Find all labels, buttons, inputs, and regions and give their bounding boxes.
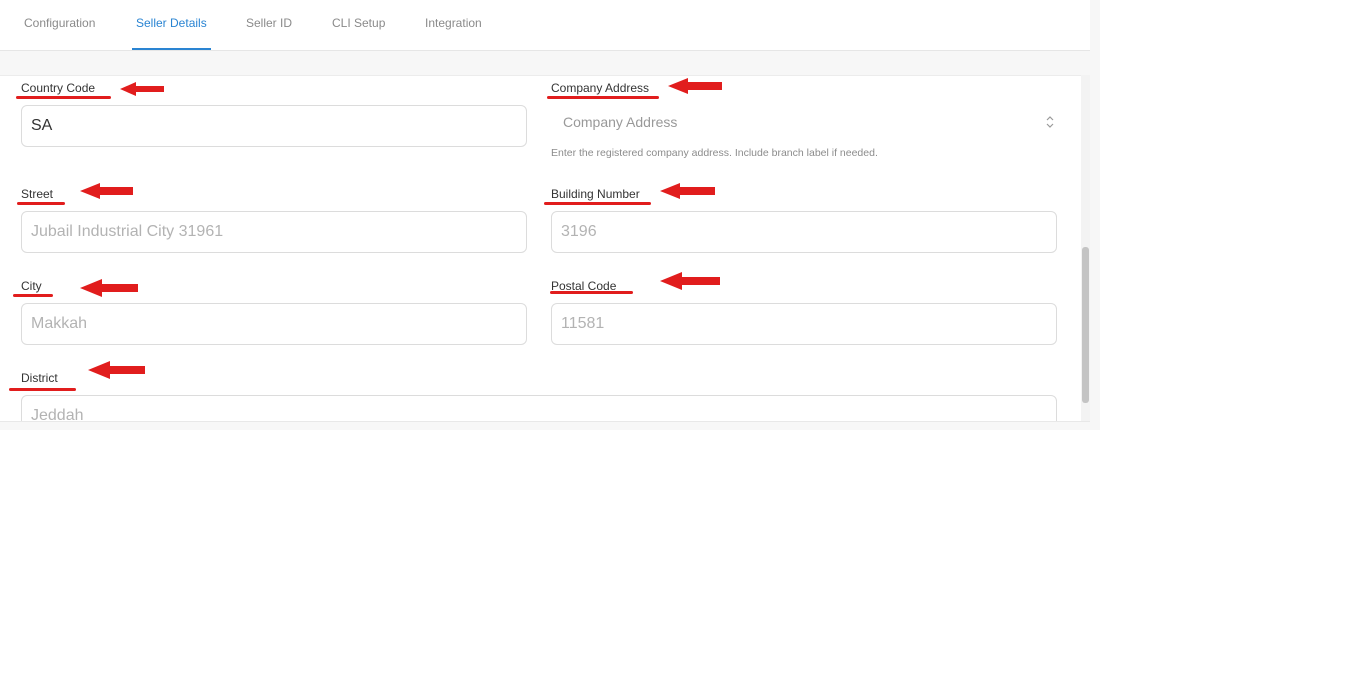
country-code-input[interactable] bbox=[21, 105, 527, 147]
street-input[interactable] bbox=[21, 211, 527, 253]
annotation-underline-country-code bbox=[16, 96, 111, 99]
tab-cli-setup[interactable]: CLI Setup bbox=[332, 0, 385, 50]
red-arrow-left-icon bbox=[660, 272, 720, 290]
red-arrow-left-icon bbox=[668, 78, 722, 94]
annotation-underline-postal-code bbox=[550, 291, 633, 294]
tab-integration[interactable]: Integration bbox=[425, 0, 482, 50]
annotation-underline-street bbox=[17, 202, 65, 205]
red-arrow-left-icon bbox=[88, 361, 145, 379]
street-label: Street bbox=[21, 187, 54, 201]
red-arrow-left-icon bbox=[660, 183, 715, 199]
building-number-label: Building Number bbox=[551, 187, 640, 201]
annotation-underline-city bbox=[13, 294, 53, 297]
city-input[interactable] bbox=[21, 303, 527, 345]
annotation-underline-building-number bbox=[544, 202, 651, 205]
tab-bar: Configuration Seller Details Seller ID C… bbox=[0, 0, 1090, 51]
company-address-placeholder: Company Address bbox=[563, 114, 678, 130]
company-address-select[interactable]: Company Address bbox=[551, 102, 1055, 142]
tab-panel-gap bbox=[0, 51, 1090, 75]
annotation-underline-company-address bbox=[547, 96, 659, 99]
district-input[interactable] bbox=[21, 395, 1057, 422]
district-label: District bbox=[21, 371, 58, 385]
chevron-up-down-icon bbox=[1046, 116, 1054, 128]
country-code-label: Country Code bbox=[21, 81, 96, 95]
red-arrow-left-icon bbox=[80, 183, 133, 199]
city-label: City bbox=[21, 279, 42, 293]
red-arrow-left-icon bbox=[80, 279, 138, 297]
building-number-input[interactable] bbox=[551, 211, 1057, 253]
tab-configuration[interactable]: Configuration bbox=[24, 0, 95, 50]
tab-seller-id[interactable]: Seller ID bbox=[246, 0, 292, 50]
footer-divider bbox=[0, 421, 1090, 422]
seller-details-form: Country Code Company Address Company Add… bbox=[0, 75, 1081, 422]
company-address-label: Company Address bbox=[551, 81, 650, 95]
annotation-underline-district bbox=[9, 388, 76, 391]
postal-code-input[interactable] bbox=[551, 303, 1057, 345]
tab-seller-details[interactable]: Seller Details bbox=[132, 0, 211, 50]
app-window: Configuration Seller Details Seller ID C… bbox=[0, 0, 1100, 430]
scrollbar-thumb[interactable] bbox=[1082, 247, 1089, 403]
red-arrow-left-icon bbox=[120, 82, 164, 96]
company-address-hint: Enter the registered company address. In… bbox=[551, 147, 878, 159]
